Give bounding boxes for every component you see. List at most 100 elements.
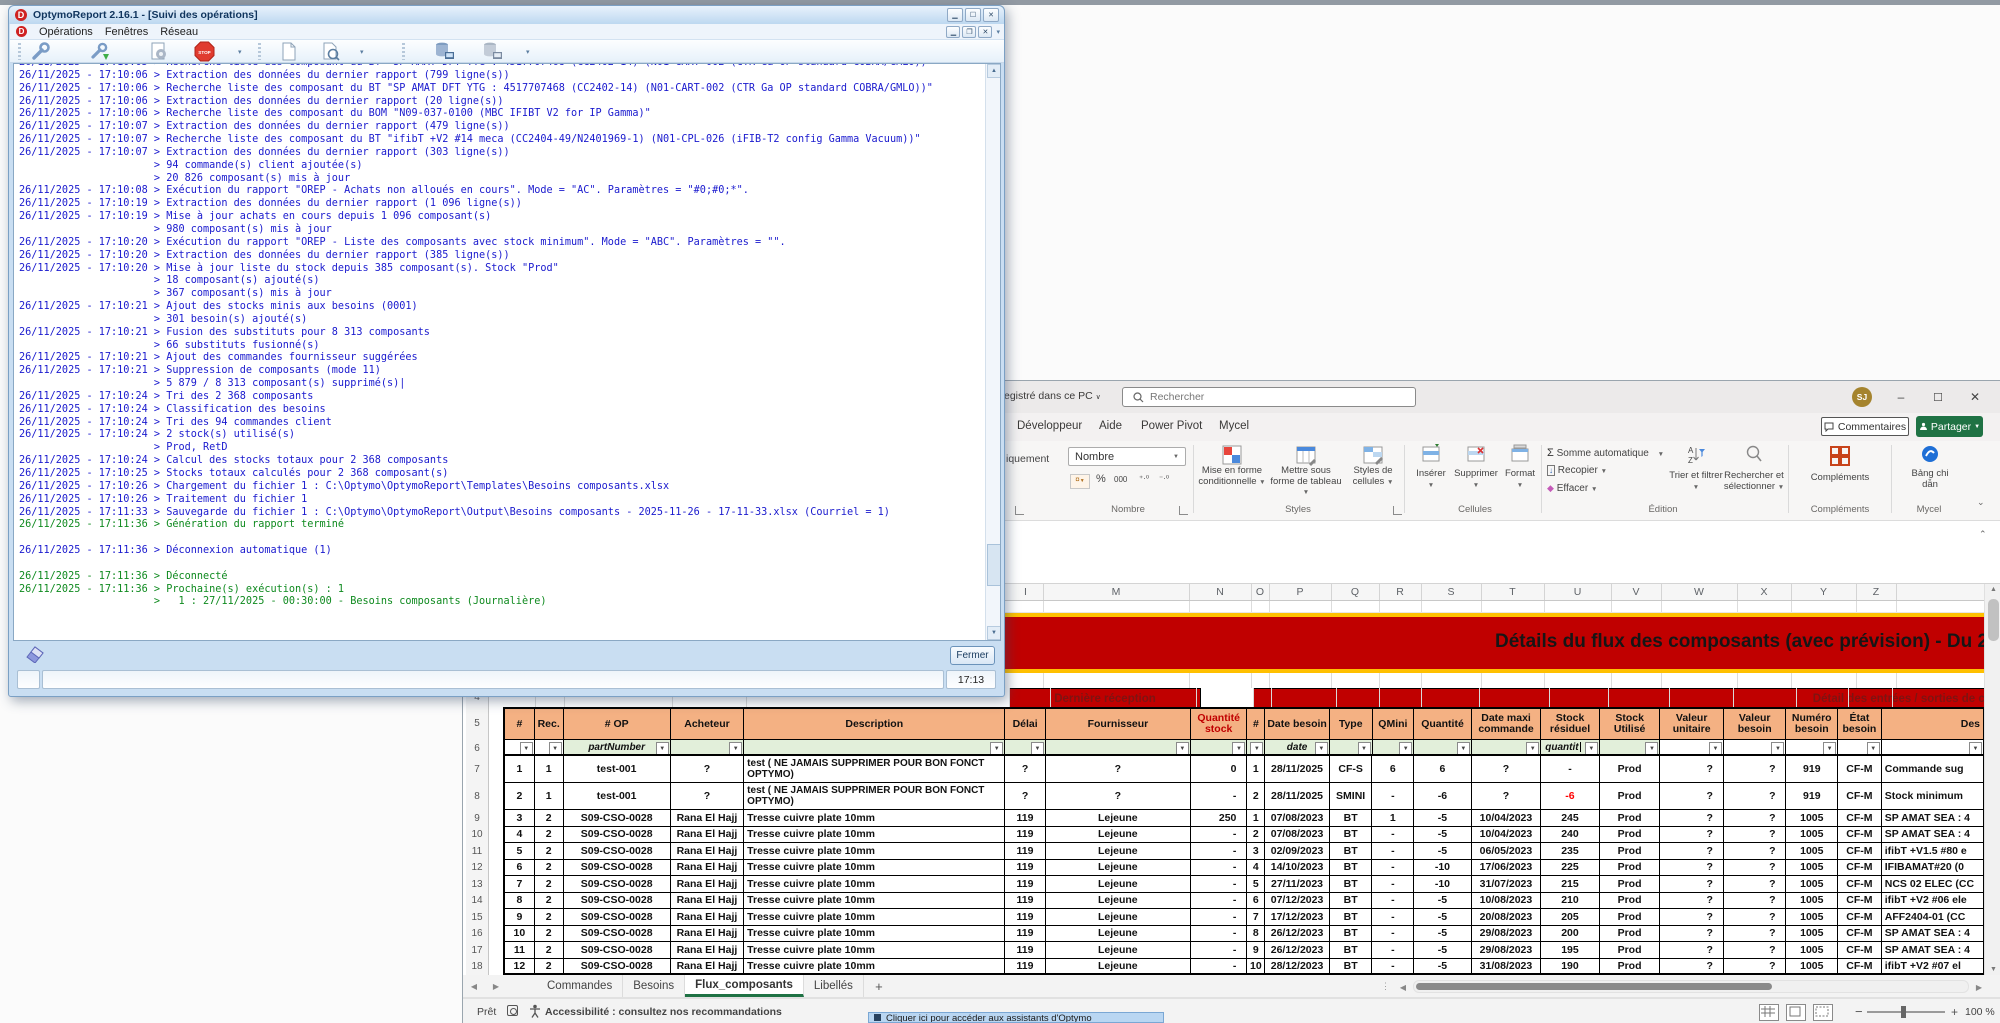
table-cell[interactable]: 4: [503, 827, 535, 844]
table-cell[interactable]: 1: [1372, 810, 1414, 827]
table-cell[interactable]: 2: [535, 909, 564, 926]
operations-log[interactable]: 26/11/2025 - 17:10:05 > Recherche liste …: [13, 63, 1001, 641]
filter-dropdown-icon[interactable]: ▼: [1585, 742, 1598, 755]
table-cell[interactable]: Lejeune: [1046, 926, 1191, 943]
filter-cell[interactable]: ▼: [1330, 740, 1373, 756]
vertical-scrollbar-thumb[interactable]: [1988, 599, 1999, 641]
table-cell[interactable]: -5: [1414, 893, 1472, 910]
table-cell[interactable]: 2: [535, 893, 564, 910]
table-cell[interactable]: 2: [535, 860, 564, 877]
table-cell[interactable]: Tresse cuivre plate 10mm: [744, 876, 1005, 893]
table-cell[interactable]: 919: [1786, 756, 1838, 783]
table-cell[interactable]: BT: [1330, 860, 1373, 877]
table-cell[interactable]: 2: [535, 959, 564, 976]
table-cell[interactable]: S09-CSO-0028: [564, 810, 671, 827]
table-cell[interactable]: S09-CSO-0028: [564, 827, 671, 844]
table-cell[interactable]: ?: [1046, 756, 1191, 783]
table-cell[interactable]: Lejeune: [1046, 810, 1191, 827]
filter-cell[interactable]: ▼: [1724, 740, 1787, 756]
table-cell[interactable]: Tresse cuivre plate 10mm: [744, 942, 1005, 959]
table-cell[interactable]: Rana El Hajj: [671, 959, 744, 976]
row-header-18[interactable]: 18: [466, 959, 489, 977]
filter-cell[interactable]: ▼: [1882, 740, 1984, 756]
table-cell[interactable]: BT: [1330, 926, 1373, 943]
mdi-restore-button[interactable]: ❐: [962, 26, 976, 38]
thousands-format-button[interactable]: 000: [1114, 475, 1127, 484]
table-cell[interactable]: ifibT +V2 #07 el: [1882, 959, 1984, 976]
table-cell[interactable]: -: [1372, 942, 1414, 959]
run-task-wrench-icon[interactable]: [90, 41, 111, 62]
table-cell[interactable]: -: [1191, 843, 1248, 860]
table-cell[interactable]: 195: [1541, 942, 1600, 959]
view-normal-icon[interactable]: [1759, 1004, 1779, 1021]
table-cell[interactable]: 225: [1541, 860, 1600, 877]
table-cell[interactable]: test-001: [564, 783, 671, 810]
vertical-scrollbar[interactable]: ▲ ▼: [1984, 584, 2000, 975]
sheet-tab-flux_composants[interactable]: Flux_composants: [685, 975, 804, 997]
zoom-slider[interactable]: [1867, 1011, 1945, 1013]
table-cell[interactable]: Lejeune: [1046, 860, 1191, 877]
table-cell[interactable]: Prod: [1600, 909, 1661, 926]
comments-button[interactable]: Commentaires: [1821, 417, 1909, 436]
sheet-tab-libellés[interactable]: Libellés: [804, 975, 864, 997]
filter-cell[interactable]: quantit▼: [1541, 740, 1600, 756]
table-cell[interactable]: CF-M: [1838, 959, 1882, 976]
table-cell[interactable]: 1005: [1786, 959, 1838, 976]
table-cell[interactable]: Lejeune: [1046, 909, 1191, 926]
add-sheet-button[interactable]: +: [864, 975, 894, 997]
table-cell[interactable]: 07/08/2023: [1265, 810, 1330, 827]
table-cell[interactable]: ?: [1660, 756, 1724, 783]
table-cell[interactable]: -: [1191, 959, 1248, 976]
scroll-down-icon[interactable]: ▼: [987, 626, 1001, 640]
table-cell[interactable]: 2: [535, 827, 564, 844]
row-header-11[interactable]: 11: [466, 843, 489, 861]
tab-splitter-icon[interactable]: ⋮: [1381, 981, 1390, 992]
table-cell[interactable]: 31/07/2023: [1472, 876, 1541, 893]
table-cell[interactable]: CF-M: [1838, 942, 1882, 959]
column-header-O[interactable]: O: [1251, 584, 1270, 600]
table-cell[interactable]: -: [1372, 926, 1414, 943]
table-cell[interactable]: Tresse cuivre plate 10mm: [744, 959, 1005, 976]
filter-cell[interactable]: ▼: [1786, 740, 1838, 756]
table-cell[interactable]: ?: [1724, 909, 1787, 926]
table-cell[interactable]: Tresse cuivre plate 10mm: [744, 810, 1005, 827]
sheet-tab-commandes[interactable]: Commandes: [537, 975, 623, 997]
row-header-12[interactable]: 12: [466, 860, 489, 878]
table-cell[interactable]: 10/04/2023: [1472, 827, 1541, 844]
table-cell[interactable]: ?: [1724, 783, 1787, 810]
filter-cell[interactable]: ▼: [1247, 740, 1265, 756]
table-cell[interactable]: Tresse cuivre plate 10mm: [744, 843, 1005, 860]
zoom-out-icon[interactable]: −: [1855, 1004, 1863, 1019]
table-cell[interactable]: CF-M: [1838, 893, 1882, 910]
zoom-level-label[interactable]: 100 %: [1965, 1006, 1995, 1018]
report-settings-icon[interactable]: [148, 41, 169, 62]
table-cell[interactable]: 3: [1247, 843, 1265, 860]
format-as-table-button[interactable]: Mettre sous forme de tableau ▼: [1270, 444, 1342, 502]
table-cell[interactable]: ?: [1724, 827, 1787, 844]
table-cell[interactable]: SP AMAT SEA : 4: [1882, 926, 1984, 943]
table-cell[interactable]: S09-CSO-0028: [564, 860, 671, 877]
table-cell[interactable]: Lejeune: [1046, 843, 1191, 860]
column-header-Z[interactable]: Z: [1856, 584, 1897, 600]
table-cell[interactable]: 06/05/2023: [1472, 843, 1541, 860]
table-cell[interactable]: BT: [1330, 810, 1373, 827]
table-cell[interactable]: CF-M: [1838, 876, 1882, 893]
macro-record-icon[interactable]: [507, 1005, 518, 1016]
toolbar-dropdown-icon[interactable]: ▾: [526, 48, 530, 56]
filter-cell[interactable]: ▼: [1660, 740, 1724, 756]
table-cell[interactable]: 14/10/2023: [1265, 860, 1330, 877]
table-cell[interactable]: 31/08/2023: [1472, 959, 1541, 976]
table-cell[interactable]: 1005: [1786, 827, 1838, 844]
column-header-P[interactable]: P: [1269, 584, 1332, 600]
row-header-10[interactable]: 10: [466, 827, 489, 845]
table-cell[interactable]: 1: [503, 756, 535, 783]
table-cell[interactable]: 9: [503, 909, 535, 926]
filter-cell[interactable]: ▼: [744, 740, 1005, 756]
table-cell[interactable]: 07/12/2023: [1265, 893, 1330, 910]
table-cell[interactable]: Rana El Hajj: [671, 893, 744, 910]
column-header-I[interactable]: I: [1008, 584, 1044, 600]
new-report-icon[interactable]: [278, 41, 299, 62]
filter-cell[interactable]: ▼: [1191, 740, 1248, 756]
table-cell[interactable]: BT: [1330, 893, 1373, 910]
share-button[interactable]: Partager ▼: [1916, 416, 1983, 437]
